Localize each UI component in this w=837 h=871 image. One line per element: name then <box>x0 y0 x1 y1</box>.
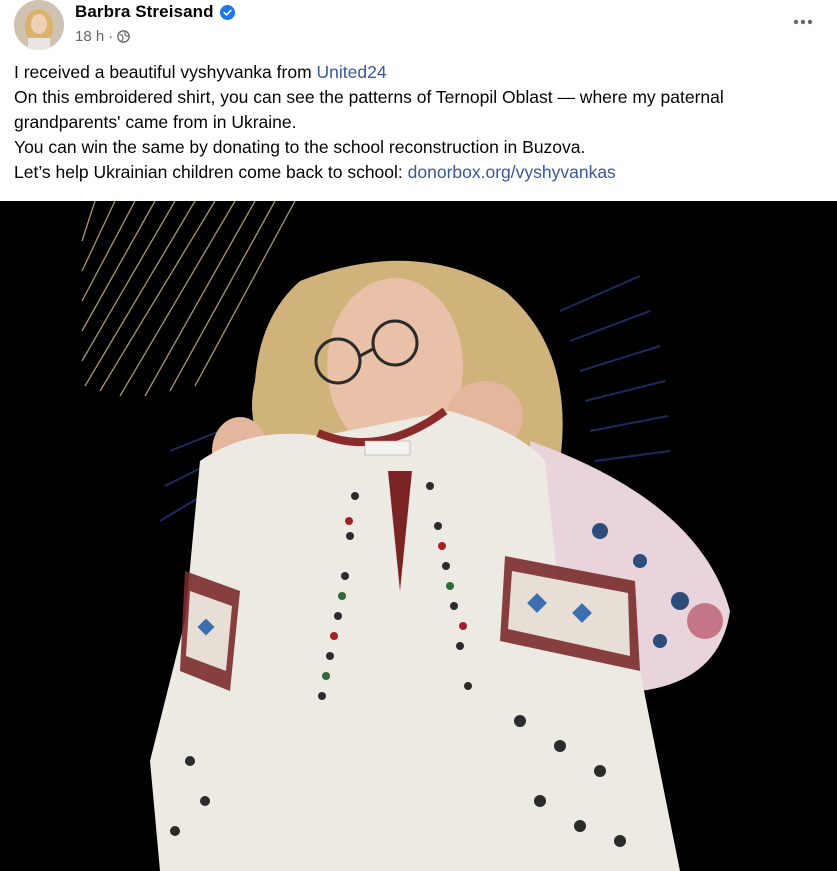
post-line-4: You can win the same by donating to the … <box>14 137 586 157</box>
post-line-2: On this embroidered shirt, you can see t… <box>14 87 724 107</box>
post-line-5: Let’s help Ukrainian children come back … <box>14 160 829 185</box>
post-line-3: grandparents' came from in Ukraine. <box>14 112 297 132</box>
author-row: Barbra Streisand <box>75 2 235 22</box>
united24-link[interactable]: United24 <box>317 62 387 82</box>
post-header: Barbra Streisand 18 h · <box>0 0 837 56</box>
meta-separator: · <box>108 28 114 45</box>
post-timestamp[interactable]: 18 h <box>75 28 104 45</box>
post-line-5-text: Let’s help Ukrainian children come back … <box>14 162 408 182</box>
globe-icon[interactable] <box>117 30 131 43</box>
donorbox-link[interactable]: donorbox.org/vyshyvankas <box>408 162 616 182</box>
verified-badge-icon <box>219 4 235 20</box>
more-options-icon <box>793 19 813 25</box>
author-avatar[interactable] <box>14 0 64 50</box>
post-meta: 18 h · <box>75 28 131 45</box>
post-photo[interactable] <box>0 201 837 871</box>
more-options-button[interactable] <box>791 12 815 32</box>
author-name[interactable]: Barbra Streisand <box>75 2 214 22</box>
post-line-1-text: I received a beautiful vyshyvanka from <box>14 62 317 82</box>
post-line-1: I received a beautiful vyshyvanka from U… <box>14 60 829 85</box>
post-text: I received a beautiful vyshyvanka from U… <box>14 60 829 185</box>
